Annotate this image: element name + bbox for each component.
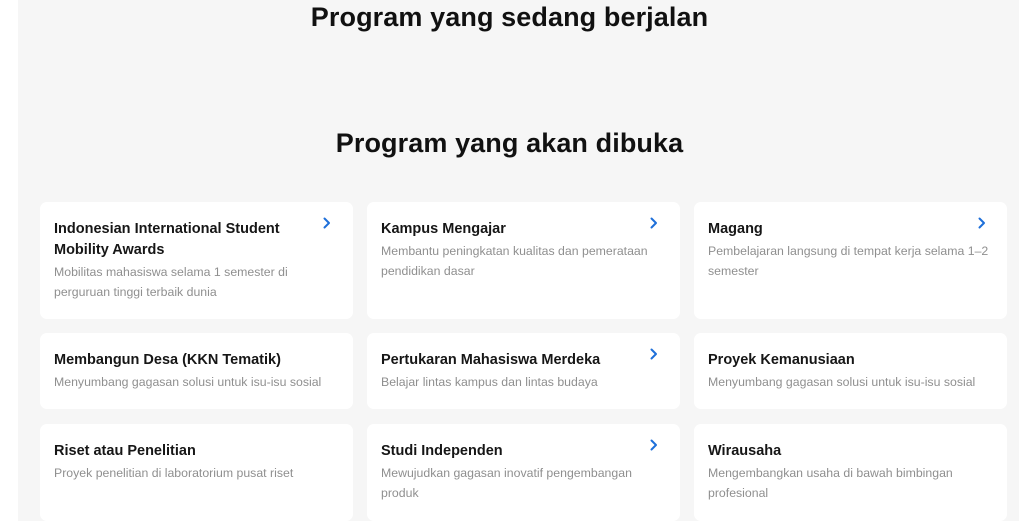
program-card-title: Indonesian International Student Mobilit… <box>54 221 280 258</box>
program-card-wirausaha[interactable]: Wirausaha Mengembangkan usaha di bawah b… <box>694 424 1007 521</box>
program-card-title: Proyek Kemanusiaan <box>708 352 855 368</box>
program-card-iisma[interactable]: Indonesian International Student Mobilit… <box>40 202 353 319</box>
chevron-right-icon[interactable] <box>320 216 334 230</box>
program-card-title: Studi Independen <box>381 443 503 459</box>
program-card-title: Magang <box>708 221 763 237</box>
program-card-title: Wirausaha <box>708 443 782 459</box>
program-card-description: Mobilitas mahasiswa selama 1 semester di… <box>54 265 288 299</box>
program-card-description: Belajar lintas kampus dan lintas budaya <box>381 375 598 389</box>
program-card-membangun-desa[interactable]: Membangun Desa (KKN Tematik) Menyumbang … <box>40 333 353 409</box>
program-card-description: Proyek penelitian di laboratorium pusat … <box>54 466 294 480</box>
program-card-description: Mewujudkan gagasan inovatif pengembangan… <box>381 466 632 500</box>
chevron-right-icon[interactable] <box>647 347 661 361</box>
program-card-pertukaran-mahasiswa[interactable]: Pertukaran Mahasiswa Merdeka Belajar lin… <box>367 333 680 409</box>
chevron-right-icon[interactable] <box>647 216 661 230</box>
program-card-magang[interactable]: Magang Pembelajaran langsung di tempat k… <box>694 202 1007 319</box>
chevron-right-icon[interactable] <box>647 438 661 452</box>
program-card-title: Membangun Desa (KKN Tematik) <box>54 352 281 368</box>
program-card-title: Pertukaran Mahasiswa Merdeka <box>381 352 601 368</box>
program-card-title: Riset atau Penelitian <box>54 443 196 459</box>
program-card-description: Menyumbang gagasan solusi untuk isu-isu … <box>54 375 322 389</box>
upcoming-programs-heading: Program yang akan dibuka <box>335 128 684 158</box>
program-card-description: Mengembangkan usaha di bawah bimbingan p… <box>708 466 953 500</box>
program-card-description: Pembelajaran langsung di tempat kerja se… <box>708 244 989 278</box>
chevron-right-icon[interactable] <box>975 216 989 230</box>
program-card-studi-independen[interactable]: Studi Independen Mewujudkan gagasan inov… <box>367 424 680 521</box>
program-card-title: Kampus Mengajar <box>381 221 506 237</box>
program-card-riset[interactable]: Riset atau Penelitian Proyek penelitian … <box>40 424 353 521</box>
page: Program yang sedang berjalan Program yan… <box>0 0 1019 521</box>
running-programs-heading: Program yang sedang berjalan <box>310 2 709 32</box>
program-card-kampus-mengajar[interactable]: Kampus Mengajar Membantu peningkatan kua… <box>367 202 680 319</box>
program-card-proyek-kemanusiaan[interactable]: Proyek Kemanusiaan Menyumbang gagasan so… <box>694 333 1007 409</box>
program-card-description: Menyumbang gagasan solusi untuk isu-isu … <box>708 375 976 389</box>
program-card-description: Membantu peningkatan kualitas dan pemera… <box>381 244 648 278</box>
